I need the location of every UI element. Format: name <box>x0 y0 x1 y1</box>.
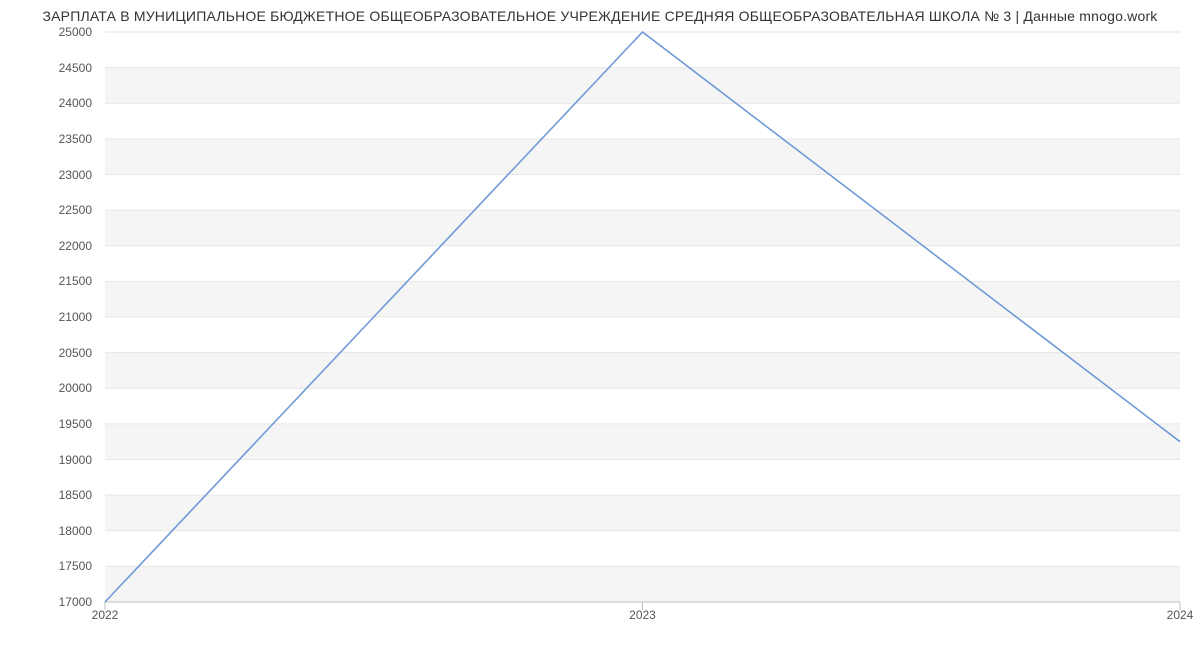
y-tick-label: 18000 <box>59 524 92 538</box>
grid-band <box>105 139 1180 175</box>
y-tick-label: 25000 <box>59 25 92 39</box>
plot-area <box>105 32 1180 602</box>
x-axis: 202220232024 <box>105 602 1180 642</box>
chart-title: ЗАРПЛАТА В МУНИЦИПАЛЬНОЕ БЮДЖЕТНОЕ ОБЩЕО… <box>0 0 1200 24</box>
y-tick-label: 21000 <box>59 310 92 324</box>
grid-band <box>105 281 1180 317</box>
grid-band <box>105 566 1180 602</box>
y-tick-label: 20000 <box>59 381 92 395</box>
y-tick-label: 17500 <box>59 559 92 573</box>
y-tick-label: 22000 <box>59 239 92 253</box>
y-tick-label: 19000 <box>59 453 92 467</box>
x-tick-label: 2022 <box>92 608 119 622</box>
y-tick-label: 24000 <box>59 96 92 110</box>
y-tick-label: 22500 <box>59 203 92 217</box>
y-tick-label: 23500 <box>59 132 92 146</box>
y-tick-label: 20500 <box>59 346 92 360</box>
grid-band <box>105 353 1180 389</box>
grid-band <box>105 68 1180 104</box>
plot-svg <box>105 32 1180 602</box>
y-tick-label: 23000 <box>59 168 92 182</box>
y-tick-label: 17000 <box>59 595 92 609</box>
grid-band <box>105 424 1180 460</box>
x-tick-label: 2024 <box>1167 608 1194 622</box>
y-axis: 1700017500180001850019000195002000020500… <box>0 32 100 602</box>
y-tick-label: 24500 <box>59 61 92 75</box>
y-tick-label: 19500 <box>59 417 92 431</box>
grid-band <box>105 210 1180 246</box>
grid-band <box>105 495 1180 531</box>
x-tick-label: 2023 <box>629 608 656 622</box>
y-tick-label: 21500 <box>59 274 92 288</box>
y-tick-label: 18500 <box>59 488 92 502</box>
chart-container: ЗАРПЛАТА В МУНИЦИПАЛЬНОЕ БЮДЖЕТНОЕ ОБЩЕО… <box>0 0 1200 650</box>
